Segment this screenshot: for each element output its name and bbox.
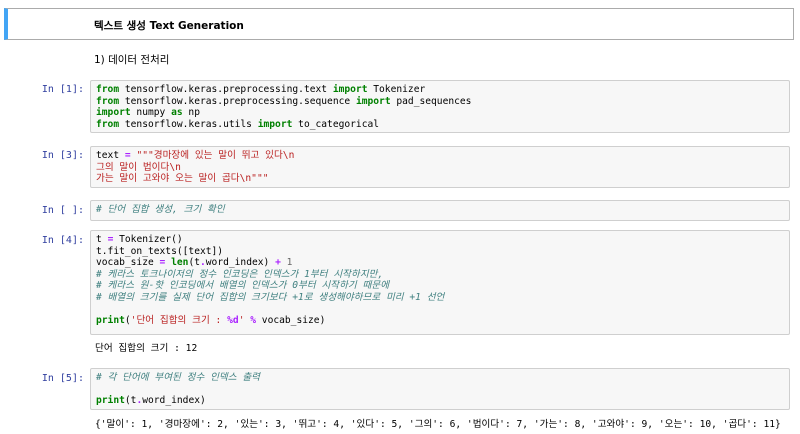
cell-4-output: 단어 집합의 크기 : 12: [95, 343, 198, 354]
cell-4-code-input[interactable]: t = Tokenizer() t.fit_on_texts([text]) v…: [90, 230, 790, 335]
cell-3-code-input[interactable]: # 단어 집합 생성, 크기 확인: [90, 200, 790, 221]
cell-1-prompt: In [1]:: [41, 84, 84, 95]
cell-2-prompt: In [3]:: [41, 150, 84, 161]
code-line: t.fit_on_texts([text]): [96, 245, 224, 257]
code-line: t = Tokenizer(): [96, 234, 183, 245]
cell-2-code-input[interactable]: text = """경마장에 있는 말이 뛰고 있다\n 그의 말이 법이다\n…: [90, 146, 790, 188]
code-line: print(t.word_index): [96, 395, 206, 407]
code-line: 가는 말이 고와야 오는 말이 곱다\n""": [96, 173, 269, 185]
code-line: 그의 말이 법이다\n: [96, 161, 181, 173]
cell-5-output: {'말이': 1, '경마장에': 2, '있는': 3, '뛰고': 4, '…: [95, 419, 781, 430]
code-line: # 배열의 크기를 실제 단어 집합의 크기보다 +1로 생성해야하므로 미리 …: [96, 291, 445, 303]
code-line: from tensorflow.keras.utils import to_ca…: [96, 118, 380, 130]
cell-5-code-input[interactable]: # 각 단어에 부여된 정수 인덱스 출력 print(t.word_index…: [90, 368, 790, 410]
code-line: # 케라스 원-핫 인코딩에서 배열의 인덱스가 0부터 시작하기 때문에: [96, 280, 390, 292]
code-line: print('단어 집합의 크기 : %d' % vocab_size): [96, 315, 326, 327]
markdown-subheading: 1) 데이터 전처리: [94, 54, 170, 66]
code-line: # 각 단어에 부여된 정수 인덱스 출력: [96, 372, 260, 383]
cell-1-code-input[interactable]: from tensorflow.keras.preprocessing.text…: [90, 80, 790, 133]
code-line: from tensorflow.keras.preprocessing.sequ…: [96, 95, 472, 107]
code-line: vocab_size = len(t.word_index) + 1: [96, 257, 293, 269]
cell-3-prompt: In [ ]:: [41, 205, 84, 216]
code-line: # 단어 집합 생성, 크기 확인: [96, 204, 225, 215]
cell-5-prompt: In [5]:: [41, 373, 84, 384]
code-line: text = """경마장에 있는 말이 뛰고 있다\n: [96, 150, 295, 161]
cell-4-prompt: In [4]:: [41, 235, 84, 246]
markdown-heading: 텍스트 생성 Text Generation: [94, 20, 244, 32]
code-line: # 케라스 토크나이저의 정수 인코딩은 인덱스가 1부터 시작하지만,: [96, 268, 384, 280]
code-line: from tensorflow.keras.preprocessing.text…: [96, 84, 426, 95]
code-line: import numpy as np: [96, 107, 200, 119]
